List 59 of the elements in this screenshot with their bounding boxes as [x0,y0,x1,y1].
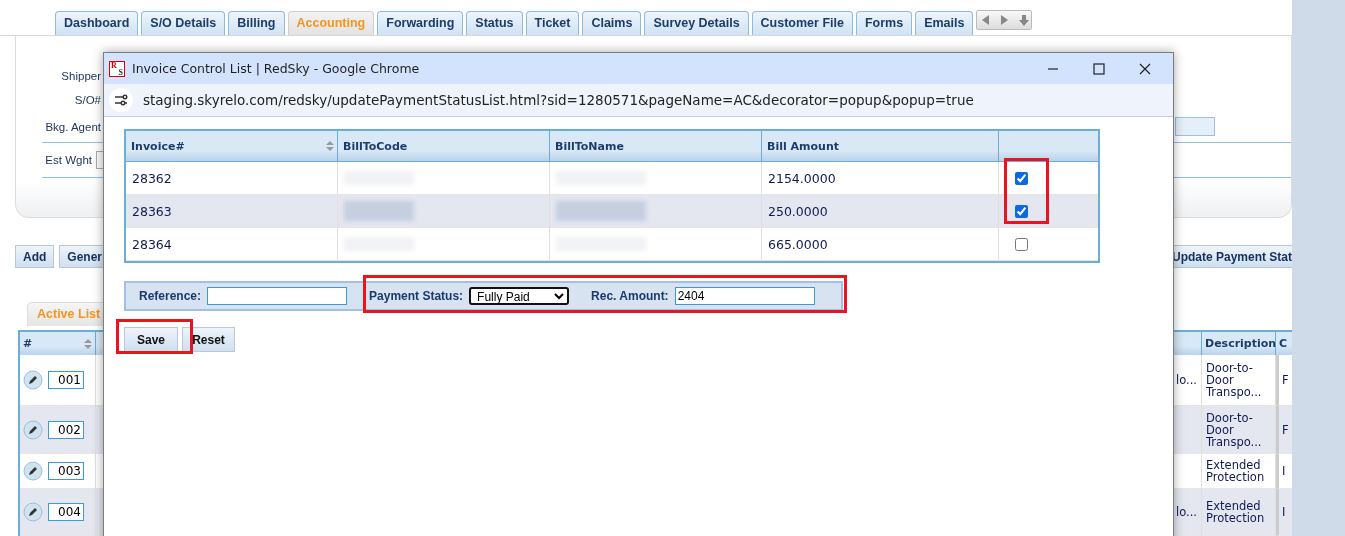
row-checkbox[interactable] [1015,204,1028,218]
order-field[interactable]: 002 [48,420,84,439]
tab-scroll-buttons[interactable] [976,10,1033,30]
order-field[interactable]: 004 [48,503,84,521]
table-cell: 250.0000 [768,203,828,219]
url-text: staging.skyrelo.com/redsky/updatePaymentStatusList.html?sid=1280571&pageName=AC&decorator=popup&popup=true [143,92,974,108]
table-cell: 2154.0000 [768,170,836,186]
page-tab[interactable]: Forms [855,11,913,35]
page-tab[interactable]: Ticket [525,11,580,35]
column-header[interactable]: BillToCode [338,131,550,161]
input-field[interactable] [1175,117,1215,136]
field-label: Shipper [60,70,101,82]
order-field[interactable]: 001 [48,371,84,389]
table-cell: Extended Protection [1202,489,1276,536]
reference-field[interactable] [207,287,348,305]
column-header[interactable]: Invoice# [126,131,338,161]
page-tab[interactable]: Billing [228,11,285,35]
form-button[interactable]: Save [124,327,178,352]
pencil-icon[interactable] [23,461,43,481]
page-tab[interactable]: Claims [582,11,642,35]
payment-status-dropdown[interactable]: Fully Paid [469,287,570,305]
field-label: S/O# [73,94,101,106]
row-checkbox[interactable] [1015,237,1028,251]
pencil-icon[interactable] [23,419,43,440]
amount-field[interactable]: 2404 [674,287,815,305]
table-cell: 28362 [132,170,172,186]
table-cell: 28364 [132,236,172,252]
form-button[interactable]: Reset [182,327,235,352]
pencil-icon[interactable] [23,502,43,522]
column-header[interactable]: Bill Amount [762,131,999,161]
page-tab[interactable]: Emails [915,11,974,35]
action-button[interactable]: Add [15,245,55,268]
address-bar[interactable]: staging.skyrelo.com/redsky/updatePaymentStatusList.html?sid=1280571&pageName=AC&decorator=popup&popup=true [104,84,1173,117]
field-label: Est Wght [44,154,92,166]
table-cell: Door-to-Door Transpo... [1202,406,1276,454]
site-logo: R S [109,60,125,77]
page-tab[interactable]: S/O Details [141,11,226,35]
row-checkbox[interactable] [1015,171,1028,185]
highlight-frame [1004,158,1049,224]
page-tab[interactable]: Customer File [751,11,853,35]
window-title: Invoice Control List | RedSky - Google Chrome [132,61,420,76]
order-field[interactable]: 003 [48,462,84,480]
field-label: Bkg. Agent [44,121,101,133]
site-info-icon[interactable] [109,88,133,112]
column-header[interactable]: # [20,332,96,355]
field-label: Reference: [139,289,202,303]
column-header[interactable]: BillToName [550,131,762,161]
field-label: Rec. Amount: [591,289,669,303]
blurred-text [344,201,414,221]
close-icon[interactable] [1139,62,1151,75]
page-tab[interactable]: Dashboard [55,11,139,35]
page-tab[interactable]: Survey Details [644,11,749,35]
page-tab[interactable]: Status [466,11,523,35]
pencil-icon[interactable] [23,370,43,390]
field-label: Payment Status: [369,289,464,303]
table-cell: 665.0000 [768,236,828,252]
page-tab[interactable]: Forwarding [377,11,464,35]
maximize-icon[interactable] [1093,62,1105,75]
table-cell: 28363 [132,203,172,219]
